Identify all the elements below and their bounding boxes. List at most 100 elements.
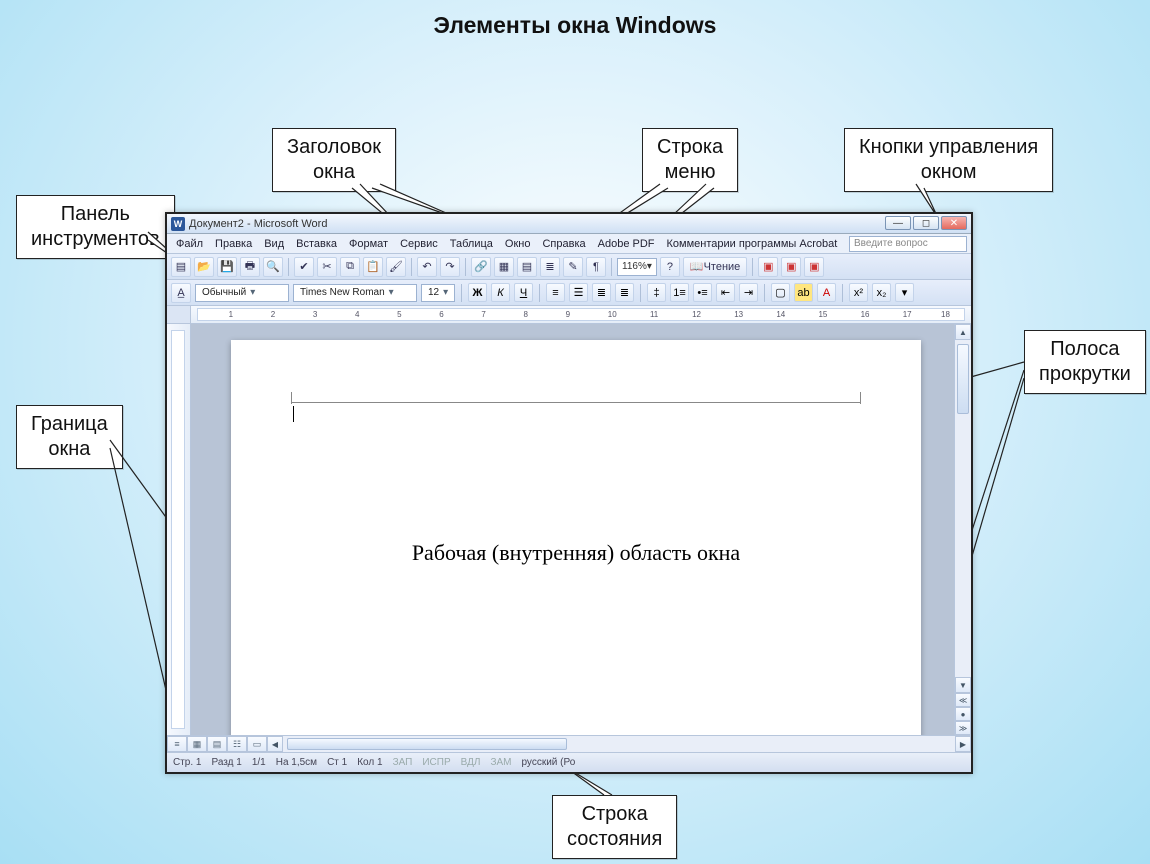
hscroll-thumb[interactable] <box>287 738 567 750</box>
undo-icon[interactable]: ↶ <box>417 257 437 277</box>
size-combo[interactable]: 12 <box>421 284 455 302</box>
scroll-down-icon[interactable]: ▼ <box>955 677 971 693</box>
numbering-icon[interactable]: 1≡ <box>670 283 689 302</box>
docmap-icon[interactable]: ¶ <box>586 257 606 277</box>
borders-icon[interactable]: ▢ <box>771 283 790 302</box>
redo-icon[interactable]: ↷ <box>440 257 460 277</box>
new-doc-icon[interactable]: ▤ <box>171 257 191 277</box>
open-icon[interactable]: 📂 <box>194 257 214 277</box>
align-center-icon[interactable]: ☰ <box>569 283 588 302</box>
italic-button[interactable]: К <box>491 283 510 302</box>
menu-window[interactable]: Окно <box>500 236 536 252</box>
table-icon[interactable]: ▦ <box>494 257 514 277</box>
align-right-icon[interactable]: ≣ <box>592 283 611 302</box>
preview-icon[interactable]: 🔍 <box>263 257 283 277</box>
menu-table[interactable]: Таблица <box>445 236 498 252</box>
pdf-icon-3[interactable]: ▣ <box>804 257 824 277</box>
scroll-left-icon[interactable]: ◀ <box>267 736 283 752</box>
style-handle-icon[interactable]: A̲ <box>171 283 191 303</box>
indent-icon[interactable]: ⇥ <box>739 283 758 302</box>
browse-buttons: ≪ ● ≫ <box>955 693 971 735</box>
status-page: Стр. 1 <box>173 757 201 768</box>
style-combo[interactable]: Обычный <box>195 284 289 302</box>
prev-page-icon[interactable]: ≪ <box>955 693 971 707</box>
ask-question-input[interactable]: Введите вопрос <box>849 236 967 252</box>
drawing-icon[interactable]: ✎ <box>563 257 583 277</box>
web-view-icon[interactable]: ▦ <box>187 736 207 752</box>
close-button[interactable]: ✕ <box>941 216 967 230</box>
hscroll-track[interactable] <box>283 736 955 752</box>
line-spacing-icon[interactable]: ‡ <box>647 283 666 302</box>
separator <box>288 258 289 276</box>
bold-button[interactable]: Ж <box>468 283 487 302</box>
spell-icon[interactable]: ✔ <box>294 257 314 277</box>
scroll-track[interactable] <box>955 340 971 677</box>
status-ovr: ЗАМ <box>490 757 511 768</box>
browse-object-icon[interactable]: ● <box>955 707 971 721</box>
vertical-ruler[interactable] <box>167 324 191 735</box>
menu-edit[interactable]: Правка <box>210 236 257 252</box>
outline-view-icon[interactable]: ☷ <box>227 736 247 752</box>
vertical-scrollbar[interactable]: ▲ ▼ ≪ ● ≫ <box>954 324 971 735</box>
menu-acrobat-comments[interactable]: Комментарии программы Acrobat <box>662 236 843 252</box>
menu-adobe-pdf[interactable]: Adobe PDF <box>593 236 660 252</box>
bullets-icon[interactable]: •≡ <box>693 283 712 302</box>
outdent-icon[interactable]: ⇤ <box>716 283 735 302</box>
page-viewport[interactable]: Рабочая (внутренняя) область окна <box>191 324 954 735</box>
slide-title: Элементы окна Windows <box>434 12 717 39</box>
menu-format[interactable]: Формат <box>344 236 393 252</box>
separator <box>539 284 540 302</box>
reading-layout-button[interactable]: 📖 Чтение <box>683 257 747 277</box>
next-page-icon[interactable]: ≫ <box>955 721 971 735</box>
font-combo[interactable]: Times New Roman <box>293 284 417 302</box>
scroll-thumb[interactable] <box>957 344 969 414</box>
menu-help[interactable]: Справка <box>537 236 590 252</box>
window-titlebar[interactable]: W Документ2 - Microsoft Word — ◻ ✕ <box>167 214 971 234</box>
standard-toolbar: ▤ 📂 💾 🖶 🔍 ✔ ✂ ⧉ 📋 🖌 ↶ ↷ 🔗 ▦ ▤ ≣ ✎ ¶ 116%… <box>167 254 971 280</box>
save-icon[interactable]: 💾 <box>217 257 237 277</box>
highlight-icon[interactable]: ab <box>794 283 813 302</box>
cut-icon[interactable]: ✂ <box>317 257 337 277</box>
document-area: Рабочая (внутренняя) область окна ▲ ▼ ≪ … <box>167 324 971 735</box>
menu-view[interactable]: Вид <box>259 236 289 252</box>
justify-icon[interactable]: ≣ <box>615 283 634 302</box>
margin-guide-right <box>860 392 861 404</box>
print-icon[interactable]: 🖶 <box>240 257 260 277</box>
help-icon[interactable]: ? <box>660 257 680 277</box>
reading-view-icon[interactable]: ▭ <box>247 736 267 752</box>
paste-icon[interactable]: 📋 <box>363 257 383 277</box>
separator <box>640 284 641 302</box>
link-icon[interactable]: 🔗 <box>471 257 491 277</box>
font-color-icon[interactable]: A <box>817 283 836 302</box>
separator <box>461 284 462 302</box>
excel-icon[interactable]: ▤ <box>517 257 537 277</box>
callout-window-buttons: Кнопки управленияокном <box>844 128 1053 192</box>
format-painter-icon[interactable]: 🖌 <box>386 257 406 277</box>
status-col: Кол 1 <box>357 757 382 768</box>
document-page[interactable]: Рабочая (внутренняя) область окна <box>231 340 921 735</box>
columns-icon[interactable]: ≣ <box>540 257 560 277</box>
minimize-button[interactable]: — <box>885 216 911 230</box>
copy-icon[interactable]: ⧉ <box>340 257 360 277</box>
zoom-combo[interactable]: 116% ▾ <box>617 258 657 276</box>
pdf-icon[interactable]: ▣ <box>758 257 778 277</box>
align-left-icon[interactable]: ≡ <box>546 283 565 302</box>
menu-tools[interactable]: Сервис <box>395 236 443 252</box>
maximize-button[interactable]: ◻ <box>913 216 939 230</box>
ruler-scale: 1 2 3 4 5 6 7 8 9 10 11 12 13 14 15 16 1… <box>197 308 965 321</box>
menu-insert[interactable]: Вставка <box>291 236 342 252</box>
misc-icon[interactable]: ▾ <box>895 283 914 302</box>
scroll-up-icon[interactable]: ▲ <box>955 324 971 340</box>
menu-file[interactable]: Файл <box>171 236 208 252</box>
subscript-icon[interactable]: x₂ <box>872 283 891 302</box>
margin-guide-left <box>291 392 292 404</box>
superscript-icon[interactable]: x² <box>849 283 868 302</box>
print-view-icon[interactable]: ▤ <box>207 736 227 752</box>
horizontal-ruler[interactable]: 1 2 3 4 5 6 7 8 9 10 11 12 13 14 15 16 1… <box>167 306 971 324</box>
horizontal-scrollbar[interactable]: ◀ ▶ <box>267 736 971 752</box>
pdf-icon-2[interactable]: ▣ <box>781 257 801 277</box>
scroll-right-icon[interactable]: ▶ <box>955 736 971 752</box>
underline-button[interactable]: Ч <box>514 283 533 302</box>
separator <box>611 258 612 276</box>
normal-view-icon[interactable]: ≡ <box>167 736 187 752</box>
